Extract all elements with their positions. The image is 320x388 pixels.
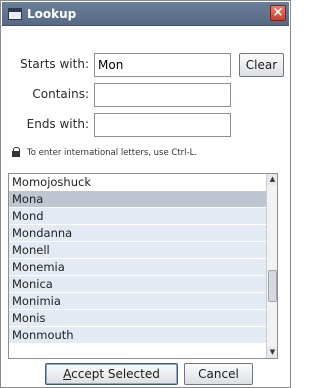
list-item[interactable]: Monemia bbox=[9, 259, 267, 275]
contains-field[interactable] bbox=[94, 83, 231, 107]
lookup-dialog: Lookup × Starts with: Clear Contains: En… bbox=[0, 0, 291, 388]
window-icon bbox=[8, 8, 22, 20]
window-title: Lookup bbox=[27, 7, 77, 21]
list-item[interactable]: Mondanna bbox=[9, 225, 267, 241]
list-item[interactable]: Monell bbox=[9, 242, 267, 258]
list-item[interactable]: Monimia bbox=[9, 293, 267, 309]
contains-label: Contains: bbox=[32, 87, 89, 101]
list-item[interactable]: Monmouth bbox=[9, 327, 267, 343]
starts-with-field[interactable] bbox=[94, 53, 231, 77]
scroll-up-arrow-icon[interactable]: ▲ bbox=[267, 174, 277, 185]
international-letters-hint: To enter international letters, use Ctrl… bbox=[27, 148, 198, 158]
title-bar[interactable]: Lookup × bbox=[2, 2, 289, 26]
search-form: Starts with: Clear Contains: Ends with: … bbox=[2, 27, 289, 172]
accept-selected-button[interactable]: Accept Selected bbox=[45, 363, 178, 385]
list-item[interactable]: Mona bbox=[9, 191, 267, 207]
list-item[interactable]: Momojoshuck bbox=[9, 174, 267, 190]
results-list[interactable]: Momojoshuck Mona Mond Mondanna Monell Mo… bbox=[8, 173, 278, 359]
list-item[interactable]: Monica bbox=[9, 276, 267, 292]
close-button[interactable]: × bbox=[270, 5, 286, 21]
scroll-down-arrow-icon[interactable]: ▼ bbox=[267, 347, 277, 358]
cancel-button[interactable]: Cancel bbox=[184, 363, 253, 385]
list-scrollbar[interactable]: ▲ ▼ bbox=[266, 174, 277, 358]
clear-button[interactable]: Clear bbox=[239, 53, 284, 77]
accept-label: ccept Selected bbox=[71, 367, 160, 381]
starts-with-label: Starts with: bbox=[20, 57, 89, 71]
ends-with-label: Ends with: bbox=[26, 117, 89, 131]
list-item[interactable]: Mond bbox=[9, 208, 267, 224]
scroll-thumb[interactable] bbox=[268, 270, 277, 302]
list-item[interactable]: Monis bbox=[9, 310, 267, 326]
ends-with-field[interactable] bbox=[94, 113, 231, 137]
accept-mnemonic: A bbox=[63, 367, 72, 381]
keyboard-lock-icon bbox=[12, 147, 20, 158]
